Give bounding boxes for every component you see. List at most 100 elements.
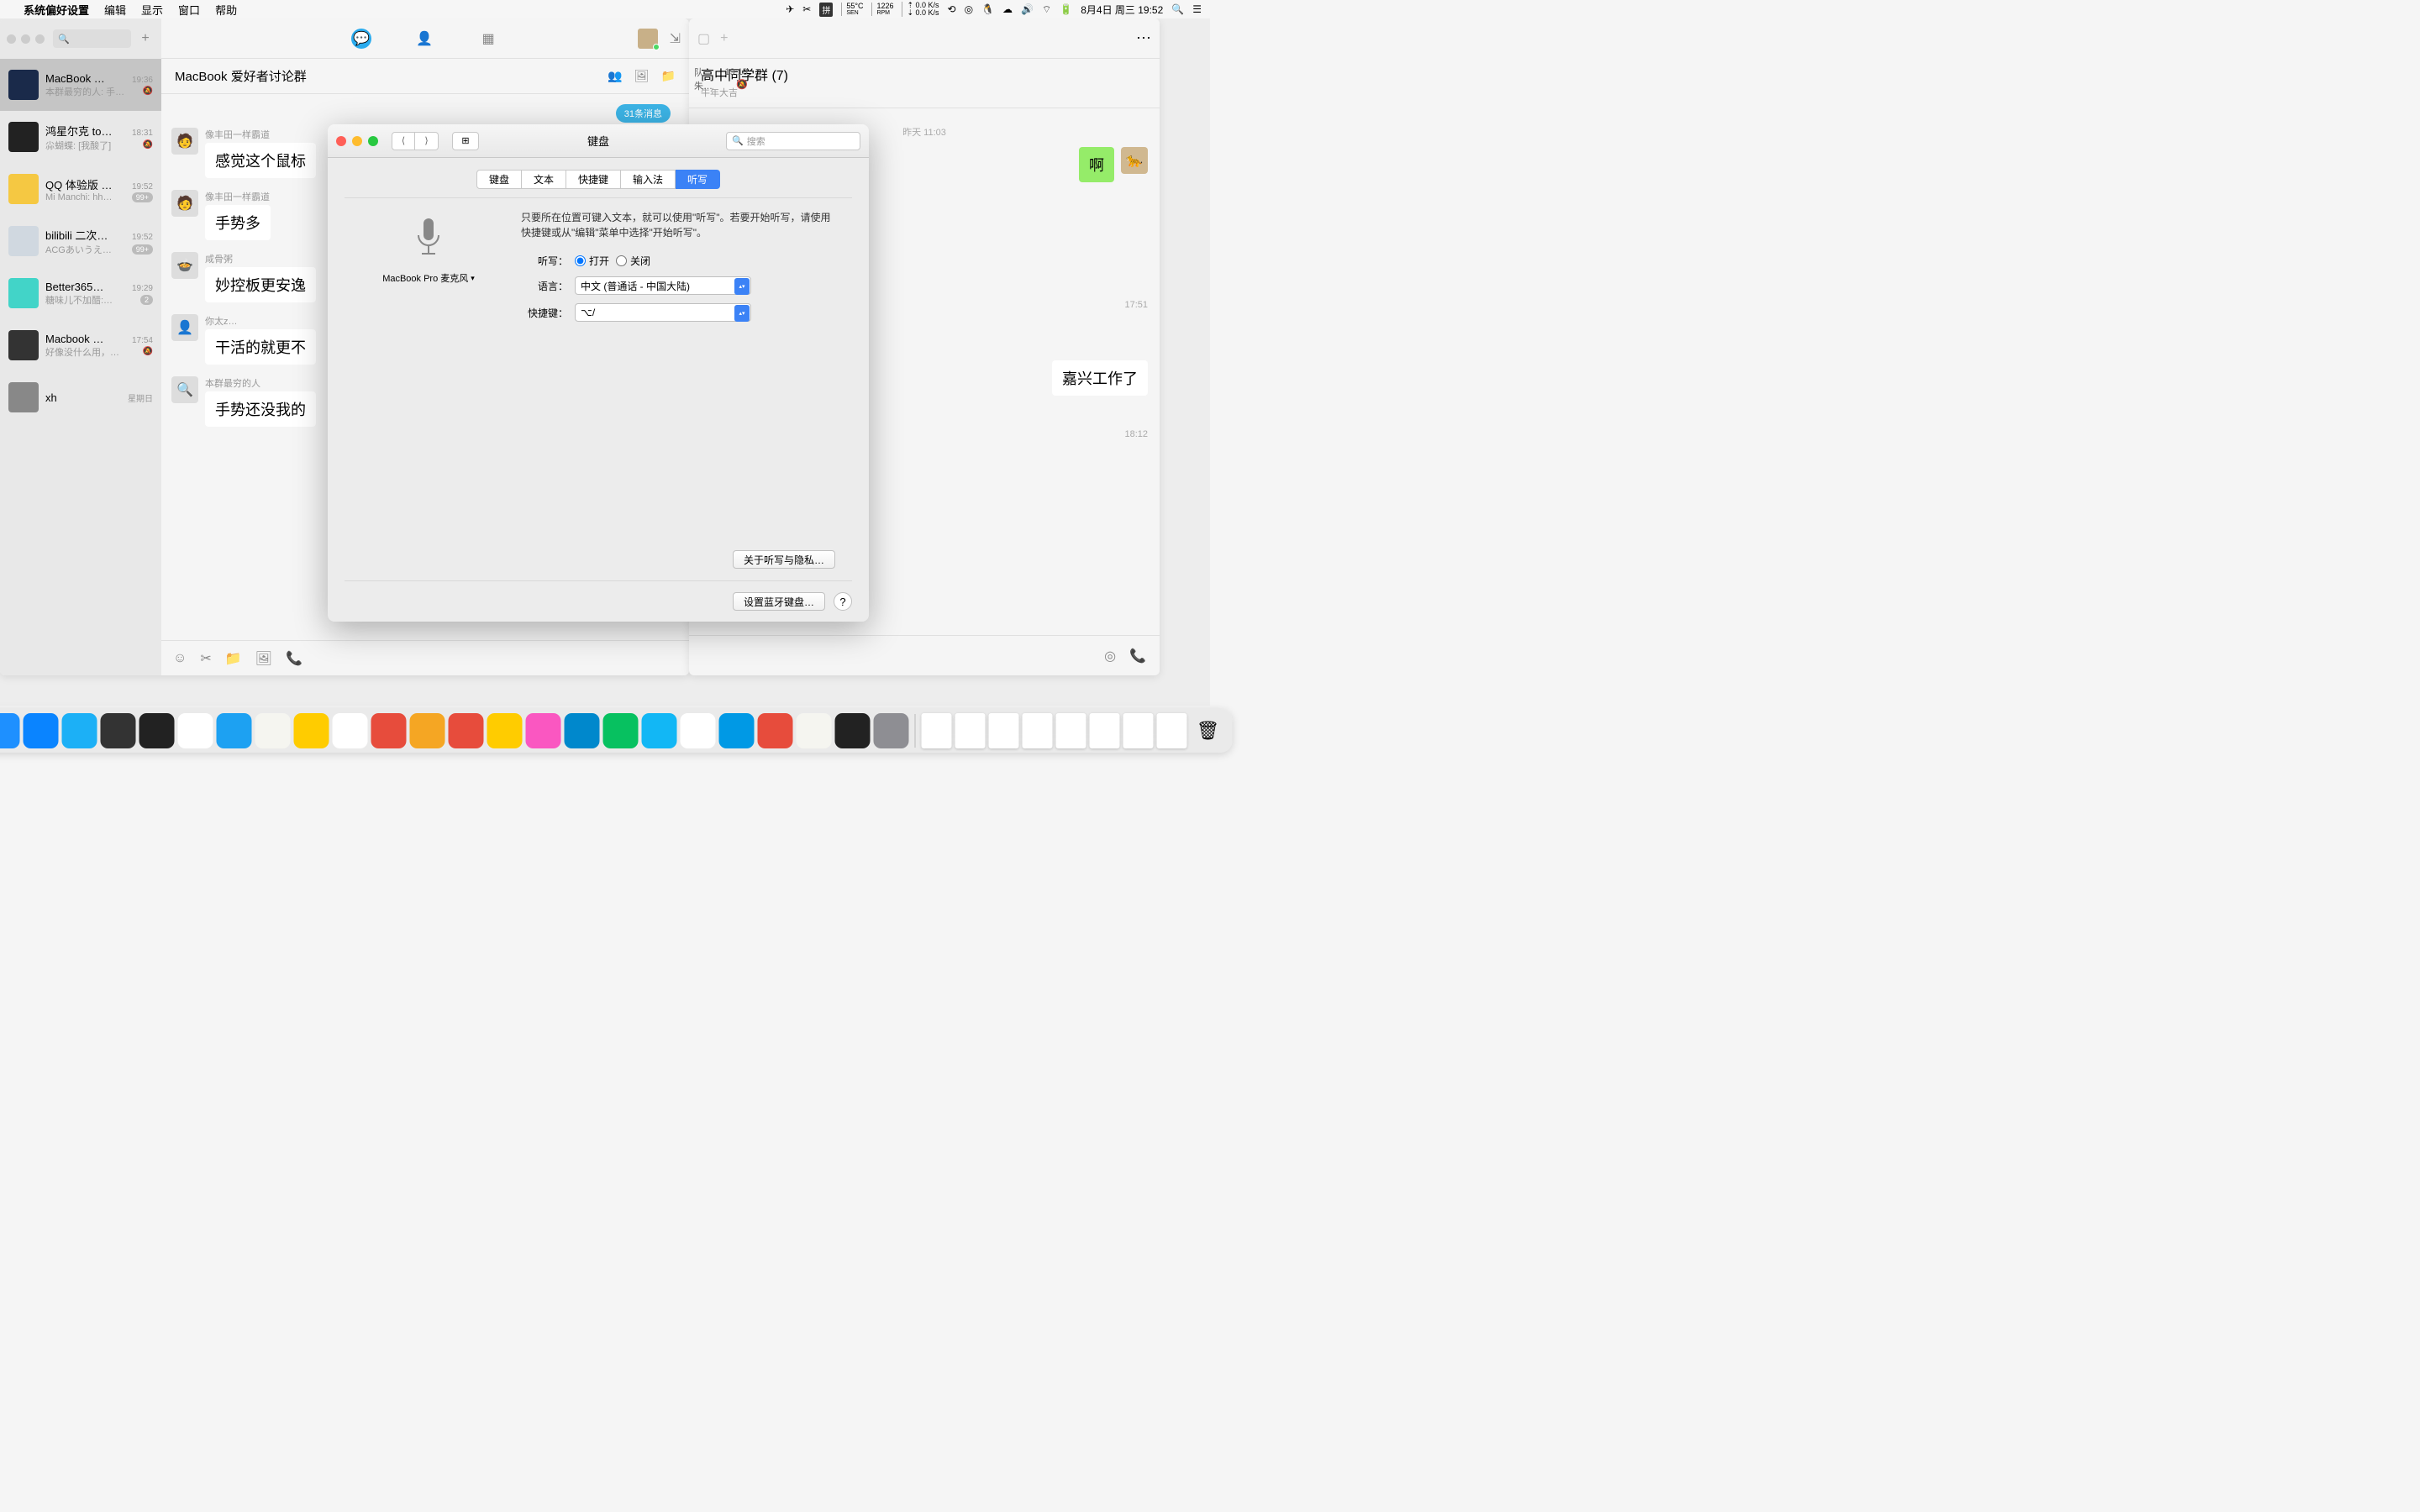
dock-file-file3[interactable] xyxy=(989,713,1019,748)
network-status[interactable]: ⇡ 0.0 K/s⇣ 0.0 K/s xyxy=(902,2,939,17)
dock-app-istat[interactable] xyxy=(139,713,175,748)
scissors-icon[interactable]: ✂ xyxy=(200,650,211,667)
qq-icon[interactable]: 🐧 xyxy=(981,3,994,15)
video-call-icon[interactable]: 📞 xyxy=(1129,648,1146,664)
wechat2-more-icon[interactable]: ⋯ xyxy=(1136,29,1151,47)
sysprefs-tab[interactable]: 文本 xyxy=(522,170,566,189)
sysprefs-search-input[interactable]: 🔍搜索 xyxy=(726,132,860,150)
folder-icon[interactable]: 📁 xyxy=(661,69,676,83)
dock-app-calendar[interactable] xyxy=(333,713,368,748)
sender-avatar[interactable]: 🔍 xyxy=(171,376,198,403)
conversation-item[interactable]: 鸿星尔克 to…18:31 尛蝴蝶: [我酸了]🔕 xyxy=(0,111,161,163)
help-button[interactable]: ? xyxy=(834,592,852,611)
dock-file-png[interactable] xyxy=(1157,713,1187,748)
chats-tab-icon[interactable]: 💬 xyxy=(351,29,371,49)
wechat-add-button[interactable]: + xyxy=(136,29,155,48)
call-icon[interactable]: 📞 xyxy=(286,650,302,667)
screenshot-icon[interactable]: 🖼 xyxy=(255,650,272,667)
wifi-icon[interactable]: ⌔ xyxy=(1042,3,1051,16)
location-icon[interactable]: ✈ xyxy=(786,3,794,15)
dock-trash[interactable]: 🗑 xyxy=(1191,713,1226,748)
dictation-on-radio[interactable]: 打开 xyxy=(575,254,609,268)
dock-app-qq[interactable] xyxy=(642,713,677,748)
dock-file-chart[interactable] xyxy=(1056,713,1086,748)
new-messages-pill[interactable]: 31条消息 xyxy=(616,104,671,123)
dock-file-pdf-doc[interactable] xyxy=(1123,713,1154,748)
apps-tab-icon[interactable]: ▦ xyxy=(477,28,499,50)
dock-app-telegram[interactable] xyxy=(565,713,600,748)
dock-app-bird[interactable] xyxy=(217,713,252,748)
dock-app-honey[interactable] xyxy=(410,713,445,748)
forward-button[interactable]: ⟩ xyxy=(415,132,439,150)
temp-status[interactable]: 55°CSEN xyxy=(841,3,863,16)
sender-avatar[interactable]: 🧑 xyxy=(171,128,198,155)
tool-icon[interactable]: ✂ xyxy=(802,3,811,15)
dock-file-file4[interactable] xyxy=(1023,713,1053,748)
wechat-search-input[interactable]: 🔍 xyxy=(53,29,131,48)
traffic-lights[interactable] xyxy=(336,136,378,146)
sysprefs-tab[interactable]: 听写 xyxy=(676,170,720,189)
dictation-off-radio[interactable]: 关闭 xyxy=(616,254,650,268)
privacy-button[interactable]: 关于听写与隐私… xyxy=(733,550,835,569)
dock-app-finder[interactable] xyxy=(0,713,20,748)
target-icon[interactable]: ◎ xyxy=(965,3,973,15)
datetime[interactable]: 8月4日 周三 19:52 xyxy=(1081,3,1163,17)
sysprefs-tab[interactable]: 键盘 xyxy=(476,170,522,189)
record-icon[interactable]: ◎ xyxy=(1104,648,1116,664)
file-icon[interactable]: 📁 xyxy=(225,650,242,667)
menu-edit[interactable]: 编辑 xyxy=(104,2,126,18)
dock-app-qq-music[interactable] xyxy=(487,713,523,748)
emoji-icon[interactable]: ☺ xyxy=(173,651,187,666)
volume-icon[interactable]: 🔊 xyxy=(1021,3,1034,15)
control-center-icon[interactable]: ☰ xyxy=(1192,3,1202,15)
my-avatar[interactable]: 🐆 xyxy=(1121,147,1148,174)
members-icon[interactable]: 👥 xyxy=(608,69,622,83)
dock-app-appstore[interactable] xyxy=(24,713,59,748)
dock-app-charts[interactable] xyxy=(797,713,832,748)
menu-help[interactable]: 帮助 xyxy=(215,2,237,18)
menubar-app-name[interactable]: 系统偏好设置 xyxy=(24,2,89,18)
shortcut-select[interactable]: ⌥/▴▾ xyxy=(575,303,751,322)
dock-app-music-red[interactable] xyxy=(371,713,407,748)
sender-avatar[interactable]: 🍲 xyxy=(171,252,198,279)
dock-app-settings[interactable] xyxy=(874,713,909,748)
dock-file-file2[interactable] xyxy=(955,713,986,748)
dock-app-chrome[interactable] xyxy=(178,713,213,748)
wechat2-tab-blank[interactable]: ▢ xyxy=(697,30,710,47)
dock-app-pdf[interactable] xyxy=(758,713,793,748)
dock-file-file1[interactable] xyxy=(922,713,952,748)
spotlight-icon[interactable]: 🔍 xyxy=(1171,3,1184,15)
battery-icon[interactable]: 🔋 xyxy=(1060,3,1072,15)
wechat2-add[interactable]: + xyxy=(720,31,728,46)
wechat-avatar[interactable] xyxy=(638,29,658,49)
dock-app-textedit[interactable] xyxy=(255,713,291,748)
traffic-lights[interactable] xyxy=(7,34,45,44)
input-method-icon[interactable]: 拼 xyxy=(819,3,833,17)
menu-view[interactable]: 显示 xyxy=(141,2,163,18)
image-icon[interactable]: 🖼 xyxy=(634,69,650,83)
conversation-item[interactable]: Macbook …17:54 好像没什么用，…🔕 xyxy=(0,319,161,371)
rpm-status[interactable]: 1226RPM xyxy=(871,3,893,16)
dock-app-safari[interactable] xyxy=(62,713,97,748)
conversation-item[interactable]: QQ 体验版 …19:52 Mi Manchi: hh…99+ xyxy=(0,163,161,215)
conversation-item[interactable]: MacBook …19:36 本群最穷的人: 手…🔕 xyxy=(0,59,161,111)
language-select[interactable]: 中文 (普通话 - 中国大陆)▴▾ xyxy=(575,276,751,295)
contacts-tab-icon[interactable]: 👤 xyxy=(413,28,435,50)
dock-app-pdf-reader[interactable] xyxy=(719,713,755,748)
sender-avatar[interactable]: 👤 xyxy=(171,314,198,341)
sender-avatar[interactable]: 🧑 xyxy=(171,190,198,217)
microphone-selector[interactable]: MacBook Pro 麦克风▾ xyxy=(378,271,479,285)
sysprefs-tab[interactable]: 快捷键 xyxy=(566,170,621,189)
back-button[interactable]: ⟨ xyxy=(392,132,415,150)
dock-file-sheet[interactable] xyxy=(1090,713,1120,748)
dock-app-video[interactable] xyxy=(835,713,871,748)
dock-app-pages[interactable] xyxy=(681,713,716,748)
show-all-button[interactable]: ⊞ xyxy=(452,132,479,150)
dock-app-music[interactable] xyxy=(526,713,561,748)
sync-icon[interactable]: ⟲ xyxy=(948,3,956,15)
conversation-item[interactable]: xh星期日 xyxy=(0,371,161,423)
sysprefs-tab[interactable]: 输入法 xyxy=(621,170,676,189)
bluetooth-keyboard-button[interactable]: 设置蓝牙键盘… xyxy=(733,592,825,611)
wechat-icon[interactable]: ☁ xyxy=(1002,3,1013,15)
conversation-item[interactable]: bilibili 二次…19:52 ACGあいうえ…99+ xyxy=(0,215,161,267)
